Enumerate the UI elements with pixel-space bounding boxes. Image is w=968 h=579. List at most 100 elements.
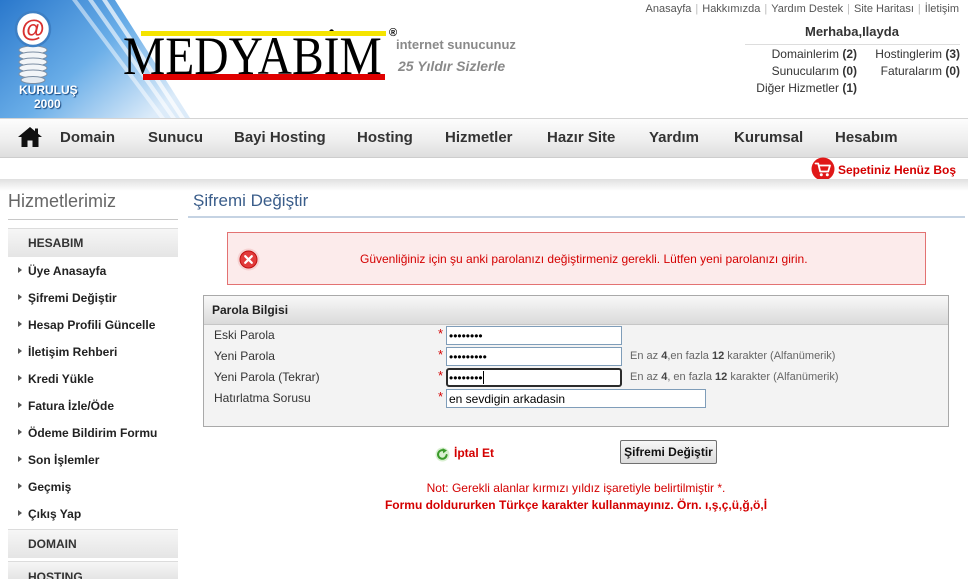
account-link-label: Sunucularım xyxy=(771,64,839,78)
bullet-arrow-icon xyxy=(18,510,22,516)
required-mark: * xyxy=(438,326,444,341)
account-link-count: (1) xyxy=(842,81,857,95)
change-password-button[interactable]: Şifremi Değiştir xyxy=(620,440,717,464)
account-divider xyxy=(745,44,960,45)
alert-message: Güvenliğiniz için şu anki parolanızı değ… xyxy=(360,252,808,266)
nav-home[interactable] xyxy=(17,126,43,148)
new-password-input[interactable] xyxy=(446,347,622,366)
nav-sunucu[interactable]: Sunucu xyxy=(148,130,203,146)
brand-wordmark[interactable]: MEDYABİM ® xyxy=(120,26,405,84)
confirm-password-input[interactable] xyxy=(446,368,622,387)
sidebar-item-son-islemler[interactable]: Son İşlemler xyxy=(18,453,99,467)
bullet-arrow-icon xyxy=(18,402,22,408)
required-mark: * xyxy=(438,368,444,383)
sidebar-divider xyxy=(8,219,178,220)
sidebar-item-iletisim-rehberi[interactable]: İletişim Rehberi xyxy=(18,345,117,359)
text-caret xyxy=(483,371,484,384)
account-link-invoices[interactable]: Faturalarım (0) xyxy=(881,64,960,78)
account-link-domains[interactable]: Domainlerim (2) xyxy=(772,47,857,61)
account-link-other-services[interactable]: Diğer Hizmetler (1) xyxy=(756,81,857,95)
separator: | xyxy=(917,3,921,15)
old-password-input[interactable] xyxy=(446,326,622,345)
hint-prefix: En az xyxy=(630,371,662,383)
cancel-button[interactable]: İptal Et xyxy=(435,445,501,462)
home-icon xyxy=(18,127,42,147)
top-link-anasayfa[interactable]: Anasayfa xyxy=(646,3,692,15)
new-password-hint: En az 4,en fazla 12 karakter (Alfanümeri… xyxy=(630,349,835,363)
required-mark: * xyxy=(438,347,444,362)
account-link-label: Hostinglerim xyxy=(875,47,942,61)
sidebar-section-hosting[interactable]: HOSTING xyxy=(8,561,178,579)
page-title: Şifremi Değiştir xyxy=(193,191,309,210)
sidebar-item-hesap-profili[interactable]: Hesap Profili Güncelle xyxy=(18,318,155,332)
refresh-icon xyxy=(435,447,450,462)
title-underline xyxy=(188,216,965,218)
cancel-label: İptal Et xyxy=(454,446,495,460)
tagline-bottom: 25 Yıldır Sizlerle xyxy=(398,58,506,74)
turkish-characters-warning: Formu doldururken Türkçe karakter kullan… xyxy=(384,498,768,512)
nav-kurumsal[interactable]: Kurumsal xyxy=(734,130,803,146)
header-shadow xyxy=(0,179,968,191)
top-link-iletisim[interactable]: İletişim xyxy=(925,3,959,15)
separator: | xyxy=(847,3,850,15)
error-icon xyxy=(237,248,260,271)
reminder-question-input[interactable] xyxy=(446,389,706,408)
sidebar-title: Hizmetlerimiz xyxy=(8,191,116,211)
sidebar-section-domain[interactable]: DOMAIN xyxy=(8,529,178,558)
sidebar-item-uye-anasayfa[interactable]: Üye Anasayfa xyxy=(18,264,106,278)
sidebar-item-label: Şifremi Değiştir xyxy=(28,291,117,305)
hint-mid: , en fazla xyxy=(667,371,716,383)
account-link-servers[interactable]: Sunucularım (0) xyxy=(772,64,857,78)
nav-hazir-site[interactable]: Hazır Site xyxy=(547,130,615,146)
nav-bayi-hosting[interactable]: Bayi Hosting xyxy=(234,130,326,146)
sidebar-section-hesabim[interactable]: HESABIM xyxy=(8,228,178,257)
bullet-arrow-icon xyxy=(18,429,22,435)
sidebar-item-odeme-bildirim[interactable]: Ödeme Bildirim Formu xyxy=(18,426,157,440)
nav-domain[interactable]: Domain xyxy=(60,130,115,146)
user-greeting: Merhaba,Ilayda xyxy=(805,24,899,39)
sidebar-item-label: Kredi Yükle xyxy=(28,372,94,386)
confirm-password-label: Yeni Parola (Tekrar) xyxy=(214,370,320,384)
nav-hizmetler[interactable]: Hizmetler xyxy=(445,130,513,146)
top-link-hakkimizda[interactable]: Hakkımızda xyxy=(702,3,760,15)
hint-suffix: karakter (Alfanümerik) xyxy=(727,371,839,383)
sidebar-item-gecmis[interactable]: Geçmiş xyxy=(18,480,71,494)
sidebar-item-label: Geçmiş xyxy=(28,480,72,494)
nav-hosting[interactable]: Hosting xyxy=(357,130,413,146)
account-link-label: Domainlerim xyxy=(771,47,839,61)
brand-red-bar xyxy=(143,74,385,80)
sidebar-item-label: Hesap Profili Güncelle xyxy=(28,318,156,332)
hint-max: 12 xyxy=(711,350,725,362)
sidebar-item-label: Son İşlemler xyxy=(28,453,100,467)
separator: | xyxy=(764,3,768,15)
account-link-hostings[interactable]: Hostinglerim (3) xyxy=(875,47,960,61)
bullet-arrow-icon xyxy=(18,321,22,327)
required-mark: * xyxy=(438,389,444,404)
tagline-top: internet sunucunuz xyxy=(396,37,516,52)
nav-hesabim[interactable]: Hesabım xyxy=(835,130,898,146)
account-link-count: (0) xyxy=(945,64,960,78)
sidebar-item-sifremi-degistir[interactable]: Şifremi Değiştir xyxy=(18,291,117,305)
nav-yardim[interactable]: Yardım xyxy=(649,130,699,146)
founded-label: KURULUŞ xyxy=(19,83,78,97)
sidebar-item-label: Ödeme Bildirim Formu xyxy=(28,426,158,440)
at-sign-icon: @ xyxy=(21,16,44,43)
bullet-arrow-icon xyxy=(18,294,22,300)
sidebar-item-kredi-yukle[interactable]: Kredi Yükle xyxy=(18,372,94,386)
sidebar-item-cikis-yap[interactable]: Çıkış Yap xyxy=(18,507,81,521)
cart-label: Sepetiniz Henüz Boş xyxy=(838,163,957,177)
cart-icon xyxy=(811,157,835,181)
bullet-arrow-icon xyxy=(18,483,22,489)
top-link-yardim-destek[interactable]: Yardım Destek xyxy=(771,3,843,15)
account-link-count: (3) xyxy=(945,47,960,61)
hint-mid: ,en fazla xyxy=(667,350,712,362)
founded-year: 2000 xyxy=(34,97,61,111)
old-password-label: Eski Parola xyxy=(214,328,275,342)
top-links: Anasayfa | Hakkımızda | Yardım Destek | Site H… xyxy=(646,2,959,16)
hint-max: 12 xyxy=(715,371,728,383)
account-link-count: (0) xyxy=(842,64,857,78)
cart-link[interactable]: Sepetiniz Henüz Boş xyxy=(811,157,961,181)
sidebar-item-label: İletişim Rehberi xyxy=(28,345,118,359)
sidebar-item-fatura[interactable]: Fatura İzle/Öde xyxy=(18,399,114,413)
top-link-site-haritasi[interactable]: Site Haritası xyxy=(854,3,914,15)
